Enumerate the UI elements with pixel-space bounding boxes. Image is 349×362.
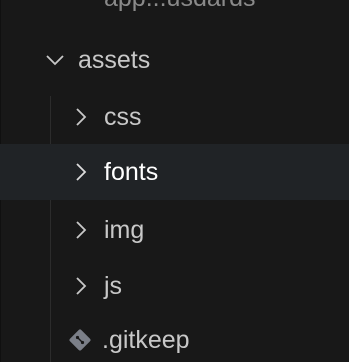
tree-folder-img[interactable]: img [0, 202, 349, 258]
tree-item-partial-label: app...usdards [104, 0, 256, 11]
chevron-right-icon [68, 273, 94, 299]
tree-folder-css-label: css [104, 102, 142, 131]
file-explorer-tree: app...usdards assets css fonts [0, 0, 349, 362]
tree-folder-assets-label: assets [78, 45, 151, 74]
chevron-right-icon [68, 217, 94, 243]
git-file-icon [68, 328, 92, 352]
tree-file-gitkeep-label: .gitkeep [102, 325, 190, 354]
tree-folder-js[interactable]: js [0, 258, 349, 314]
tree-folder-fonts[interactable]: fonts [0, 144, 349, 200]
tree-folder-img-label: img [104, 215, 145, 244]
tree-folder-css[interactable]: css [0, 89, 349, 145]
tree-file-gitkeep[interactable]: .gitkeep [0, 312, 349, 362]
tree-folder-fonts-label: fonts [104, 157, 159, 186]
tree-folder-assets[interactable]: assets [0, 32, 349, 88]
chevron-right-icon [68, 159, 94, 185]
chevron-right-icon [68, 104, 94, 130]
tree-folder-js-label: js [104, 271, 123, 300]
tree-item-partial[interactable]: app...usdards [0, 0, 349, 26]
chevron-down-icon [42, 47, 68, 73]
